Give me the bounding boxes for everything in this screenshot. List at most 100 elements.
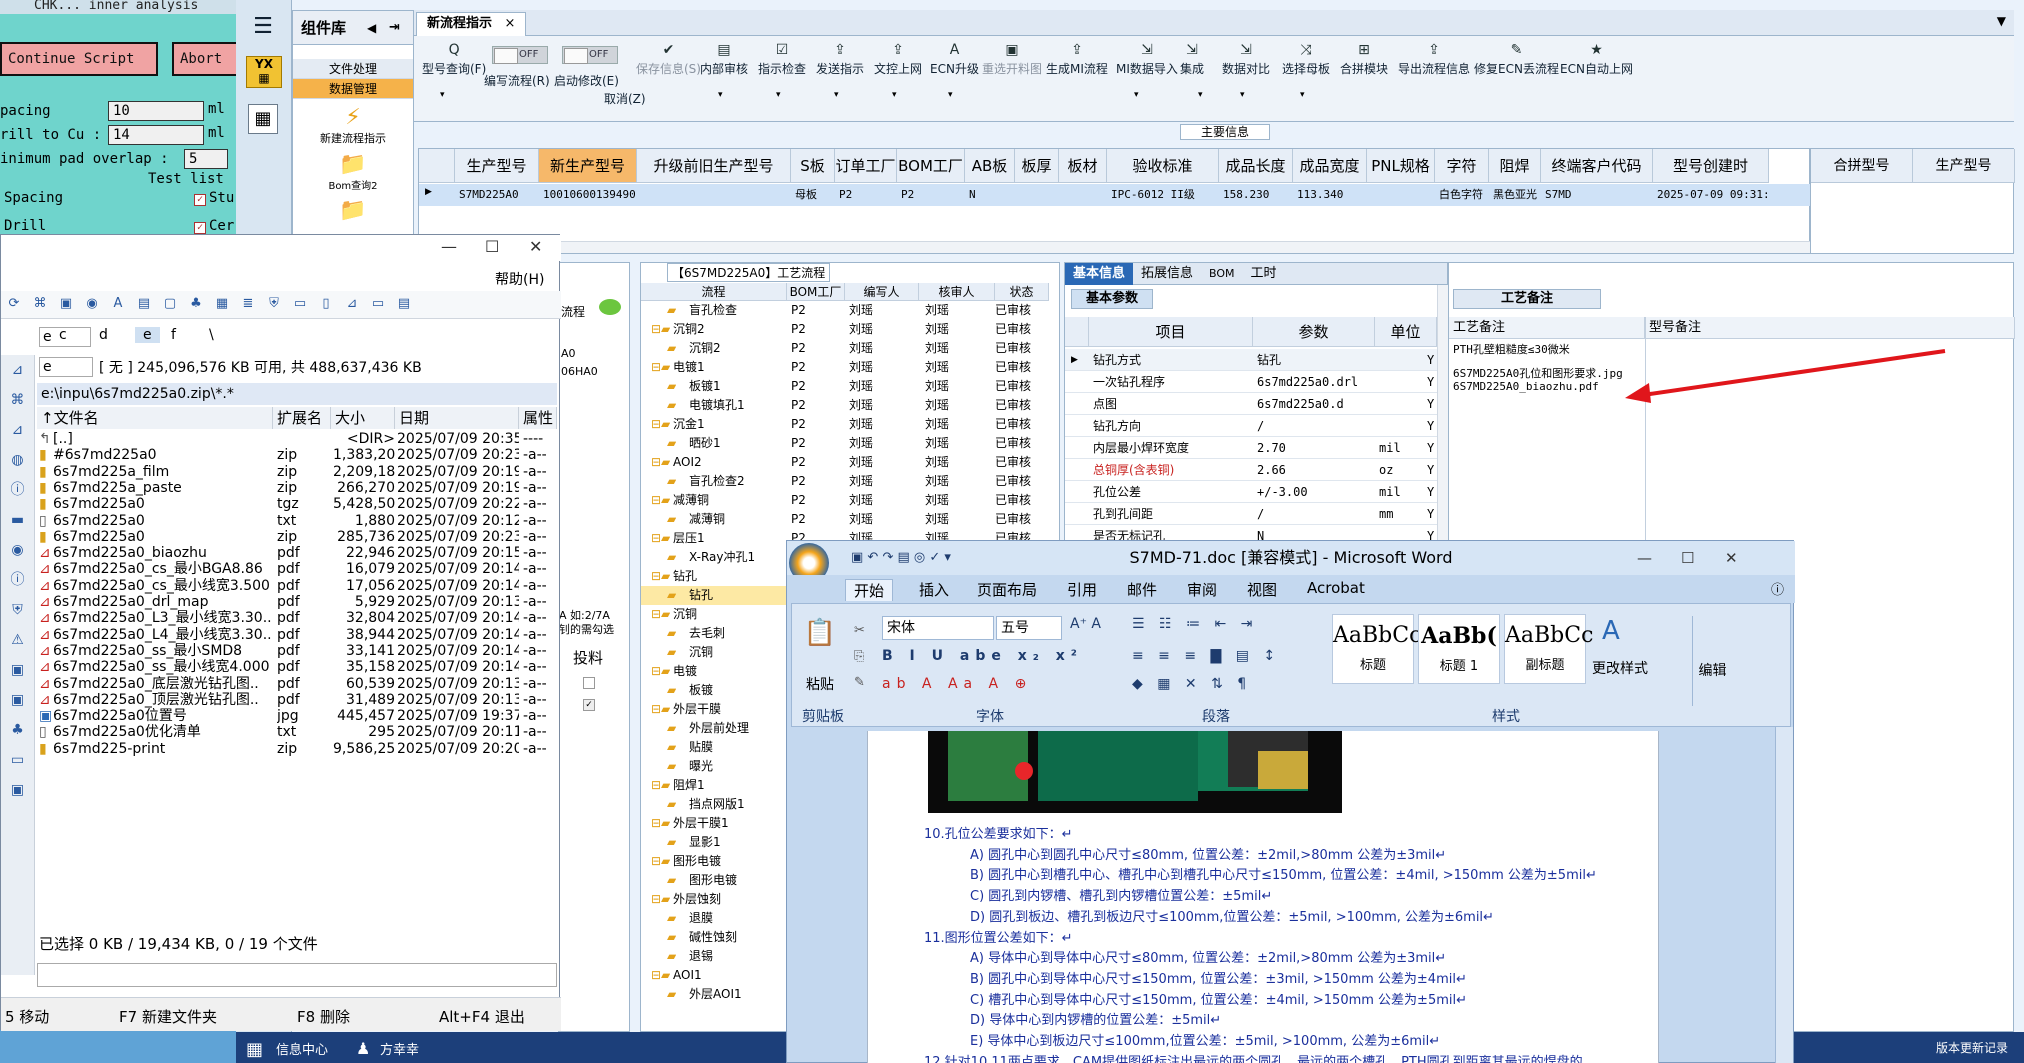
file-row[interactable]: ⊿ 6s7md225a0_drl_map pdf 5,929 2025/07/09 20… <box>37 594 557 610</box>
ribbon-button[interactable]: ▤ 内部审核 <box>700 42 748 77</box>
file-row[interactable]: ▮ 6s7md225-print zip 9,586,2532025/07/09 20… <box>37 741 557 757</box>
file-row[interactable]: ⊿ 6s7md225a0_L4_最小线宽3.30.. pdf 38,944 2025/0… <box>37 627 557 643</box>
file-row[interactable]: ▮ 6s7md225a_film zip 2,209,1852025/07/09 20… <box>37 464 557 480</box>
tab-view[interactable]: 视图 <box>1247 579 1277 600</box>
new-process-tool[interactable]: ⚡ 新建流程指示 <box>293 105 413 146</box>
ribbon-button[interactable]: ⇪ 生成MI流程 <box>1046 42 1108 77</box>
style-heading-1[interactable]: AaBb(标题 1 <box>1418 614 1500 684</box>
drive-root[interactable]: \ <box>209 327 214 343</box>
dropdown-arrow-icon[interactable]: ▾ <box>776 90 781 100</box>
file-row[interactable]: ▮ 6s7md225a0 tgz 5,428,5082025/07/09 20:22-… <box>37 496 557 512</box>
color-buttons[interactable]: ab A Aa A ⊕ <box>882 676 1032 692</box>
file-row[interactable]: ⊿ 6s7md225a0_顶层激光钻孔图.. pdf 31,489 2025/07/09… <box>37 692 557 708</box>
file-row[interactable]: ⊿ 6s7md225a0_cs_最小线宽3.500 pdf 17,056 2025/07… <box>37 578 557 594</box>
info-icon[interactable]: ⓘ <box>1 565 34 595</box>
dropdown-arrow-icon[interactable]: ▾ <box>718 90 723 100</box>
file-icon[interactable]: ▢ <box>160 296 180 314</box>
yx-app-icon[interactable]: YX ▦ <box>246 56 282 88</box>
grid-header[interactable]: PNL规格 <box>1367 149 1435 183</box>
maximize-icon[interactable]: ☐ <box>1681 541 1694 575</box>
format-buttons[interactable]: B I U abe x₂ x² <box>882 648 1083 664</box>
process-row[interactable]: ▰ 晒砂1 P2 刘瑶 刘瑶 已审核 <box>641 434 1061 453</box>
bom-query-tool[interactable]: 📁 Bom查询2 <box>293 152 413 192</box>
drive-select[interactable]: e <box>39 357 93 377</box>
folder-icon[interactable]: ▭ <box>1 745 34 775</box>
window-icon[interactable]: ▭ <box>368 296 388 314</box>
basic-param-row[interactable]: 点图 6s7md225a0.d Y <box>1065 393 1437 415</box>
pdf-icon[interactable]: ▣ <box>56 296 76 314</box>
abort-button[interactable]: Abort <box>172 42 236 76</box>
dropdown-arrow-icon[interactable]: ▾ <box>1240 90 1245 100</box>
grid-header[interactable]: BOM工厂 <box>897 149 965 183</box>
image-icon[interactable]: ▣ <box>1 775 34 805</box>
pin-icon[interactable]: ⇥ <box>389 11 400 45</box>
basic-param-row[interactable]: 孔到孔间距 / mm Y <box>1065 503 1437 525</box>
grid-header[interactable]: 成品长度 <box>1219 149 1293 183</box>
alt-f4-exit-button[interactable]: Alt+F4 退出 <box>439 1006 525 1027</box>
process-row[interactable]: ▰ 盲孔检查 P2 刘瑶 刘瑶 已审核 <box>641 301 1061 320</box>
basic-param-row[interactable]: 总铜厚(含表铜) 2.66 oz Y <box>1065 459 1437 481</box>
font-size-select[interactable]: 五号 <box>996 616 1062 640</box>
calculator-icon[interactable]: ▦ <box>248 104 278 134</box>
file-row[interactable]: ⊿ 6s7md225a0_cs_最小BGA8.86 pdf 16,079 2025/07… <box>37 561 557 577</box>
grid-header[interactable]: 板厚 <box>1015 149 1059 183</box>
tab-bom[interactable]: BOM <box>1201 263 1243 285</box>
network-icon[interactable]: ⌘ <box>1 385 34 415</box>
dropdown-arrow-icon[interactable]: ▾ <box>948 90 953 100</box>
file-row[interactable]: ↰ [..] <DIR> 2025/07/09 20:35 ---- <box>37 431 557 447</box>
dropdown-arrow-icon[interactable]: ▾ <box>834 90 839 100</box>
col-date[interactable]: 日期 <box>395 407 519 429</box>
col-attr[interactable]: 属性 <box>519 407 557 429</box>
file-row[interactable]: ⊿ 6s7md225a0_ss_最小线宽4.000 pdf 35,158 2025/07… <box>37 659 557 675</box>
ribbon-button[interactable]: ⇪ 文控上网 <box>874 42 922 77</box>
quick-access-toolbar[interactable]: ▣ ↶ ↷ ▤ ◎ ✓ ▾ <box>851 541 951 575</box>
process-row[interactable]: ⊟▰ 减薄铜 P2 刘瑶 刘瑶 已审核 <box>641 491 1061 510</box>
grid-icon[interactable]: ▦ <box>246 1039 263 1060</box>
process-row[interactable]: ▰ 减薄铜 P2 刘瑶 刘瑶 已审核 <box>641 510 1061 529</box>
drive-e[interactable]: e <box>135 327 160 343</box>
horizontal-scrollbar[interactable] <box>419 241 1811 253</box>
tab-work-hours[interactable]: 工时 <box>1243 263 1285 285</box>
process-row[interactable]: ⊟▰ 沉金1 P2 刘瑶 刘瑶 已审核 <box>641 415 1061 434</box>
feed-checkbox[interactable] <box>583 677 595 689</box>
col-extension[interactable]: 扩展名 <box>273 407 331 429</box>
change-style-button[interactable]: 更改样式 <box>1592 658 1648 678</box>
close-icon[interactable]: ✕ <box>1725 541 1738 575</box>
feed-checkbox-checked[interactable]: ✓ <box>583 699 595 711</box>
pdf-icon[interactable]: ⊿ <box>1 355 34 385</box>
f8-delete-button[interactable]: F8 删除 <box>297 1006 350 1027</box>
grid-header[interactable]: 生产型号 <box>455 149 539 183</box>
lib-item-data-management[interactable]: 数据管理 <box>293 79 413 99</box>
close-icon[interactable]: × <box>505 16 516 31</box>
continue-script-button[interactable]: Continue Script <box>0 42 158 76</box>
process-row[interactable]: ▰ 沉铜2 P2 刘瑶 刘瑶 已审核 <box>641 339 1061 358</box>
file-row[interactable]: ▮ #6s7md225a0 zip 1,383,2002025/07/09 20:23… <box>37 447 557 463</box>
paste-label[interactable]: 粘贴 <box>806 674 834 694</box>
lib-item-file-processing[interactable]: 文件处理 <box>293 59 413 79</box>
version-log-link[interactable]: 版本更新记录 <box>1936 1039 2008 1056</box>
tab-acrobat[interactable]: Acrobat <box>1307 579 1365 597</box>
basic-param-row[interactable]: 孔位公差 +/-3.00 mil Y <box>1065 481 1437 503</box>
grid-header[interactable]: AB板 <box>965 149 1015 183</box>
clipboard-tools[interactable]: ✂ ⎘ ✎ <box>854 618 865 696</box>
process-row[interactable]: ⊟▰ 沉铜2 P2 刘瑶 刘瑶 已审核 <box>641 320 1061 339</box>
doc-icon[interactable]: ▤ <box>134 296 154 314</box>
note-line-pdf[interactable]: 6S7MD225A0_biaozhu.pdf <box>1453 380 1599 393</box>
edit-button[interactable]: 编辑 <box>1692 616 1732 706</box>
ribbon-button[interactable]: ⇲ MI数据导入 <box>1116 42 1178 77</box>
info-icon[interactable]: ⓘ <box>1 475 34 505</box>
process-row[interactable]: ⊟▰ 电镀1 P2 刘瑶 刘瑶 已审核 <box>641 358 1061 377</box>
dropdown-arrow-icon[interactable]: ▾ <box>1134 90 1139 100</box>
style-subtitle[interactable]: AaBbCc 副标题 <box>1504 614 1593 684</box>
file-row[interactable]: ▮ 6s7md225a_paste zip 266,270 2025/07/09 20:… <box>37 480 557 496</box>
toggle-switch[interactable]: OFF <box>492 46 548 64</box>
file-row[interactable]: ⊿ 6s7md225a0_底层激光钻孔图.. pdf 60,539 2025/07/09… <box>37 676 557 692</box>
globe-icon[interactable]: ◉ <box>1 535 34 565</box>
f7-new-folder-button[interactable]: F7 新建文件夹 <box>119 1006 217 1027</box>
menu-help[interactable]: 帮助(H) <box>495 269 544 289</box>
file-row[interactable]: ⊿ 6s7md225a0_L3_最小线宽3.30.. pdf 32,804 2025/0… <box>37 610 557 626</box>
minimize-icon[interactable]: — <box>1637 541 1652 575</box>
tree-icon[interactable]: ♣ <box>1 715 34 745</box>
ribbon-button[interactable]: ★ ECN自动上网 <box>1560 42 1633 77</box>
pdf-icon[interactable]: ⊿ <box>342 296 362 314</box>
